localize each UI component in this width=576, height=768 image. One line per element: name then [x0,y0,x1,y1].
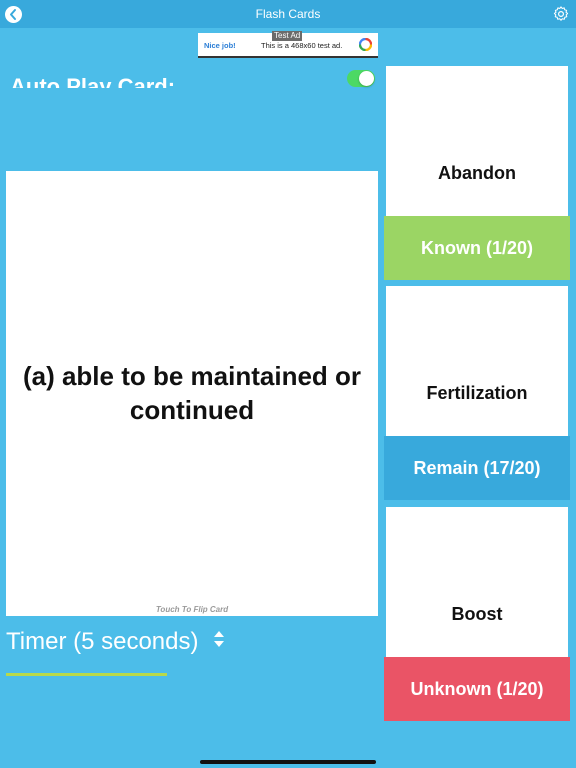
known-word: Abandon [438,163,516,183]
flash-card[interactable]: (a) able to be maintained or continued T… [6,171,378,616]
timer-label: Timer (5 seconds) [6,628,199,655]
unknown-card[interactable]: Boost [386,507,568,657]
unknown-button[interactable]: Unknown (1/20) [384,657,570,721]
ad-headline: Nice job! [204,41,236,50]
autoplay-toggle[interactable] [347,70,375,87]
nav-bar: Flash Cards [0,0,576,28]
home-indicator[interactable] [200,760,376,764]
known-card[interactable]: Abandon [386,66,568,216]
ad-banner[interactable]: Test Ad Nice job! This is a 468x60 test … [198,31,378,58]
known-button[interactable]: Known (1/20) [384,216,570,280]
timer-stepper-icon[interactable] [212,628,226,650]
card-definition: (a) able to be maintained or continued [22,361,362,425]
unknown-word: Boost [451,604,503,624]
ad-logo-icon [359,38,372,51]
remain-card[interactable]: Fertilization [386,286,568,436]
flip-hint: Touch To Flip Card [155,605,229,614]
toggle-knob [359,71,374,86]
remain-button[interactable]: Remain (17/20) [384,436,570,500]
ad-text: This is a 468x60 test ad. [261,41,343,50]
remain-word: Fertilization [426,383,528,403]
gear-icon[interactable] [552,5,570,23]
page-title: Flash Cards [255,7,321,21]
ad-tag: Test Ad [272,31,303,41]
autoplay-label: Auto Play Card: [10,74,176,88]
timer-progress [6,673,167,676]
